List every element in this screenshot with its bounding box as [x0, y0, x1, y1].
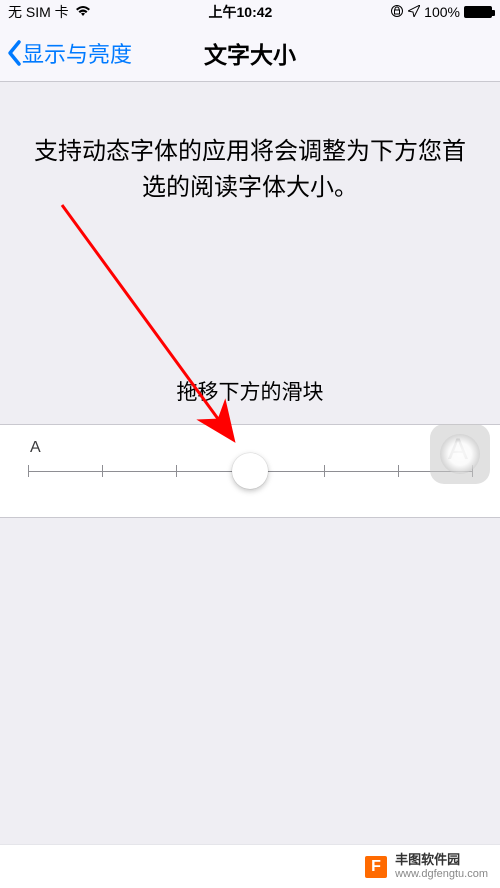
slider-tick [324, 465, 325, 477]
slider-tick [28, 465, 29, 477]
watermark-logo: F [365, 856, 387, 878]
status-time: 上午10:42 [209, 2, 273, 22]
battery-icon [464, 6, 492, 18]
carrier-label: 无 SIM 卡 [8, 2, 69, 22]
watermark-url: www.dgfengtu.com [395, 868, 488, 880]
chevron-left-icon [6, 39, 22, 67]
status-right: 100% [390, 4, 492, 21]
assistive-touch-button[interactable] [430, 424, 490, 484]
slider-instruction: 拖移下方的滑块 [0, 376, 500, 406]
location-icon [408, 4, 420, 20]
text-size-slider[interactable] [28, 455, 472, 487]
back-label: 显示与亮度 [22, 37, 132, 69]
watermark-footer: F 丰图软件园 www.dgfengtu.com [0, 844, 500, 888]
wifi-icon [75, 4, 91, 20]
battery-percent: 100% [424, 4, 460, 20]
assistive-touch-icon [440, 434, 480, 474]
nav-bar: 显示与亮度 文字大小 [0, 24, 500, 82]
slider-tick [102, 465, 103, 477]
slider-thumb[interactable] [232, 453, 268, 489]
watermark-title: 丰图软件园 [395, 853, 488, 867]
status-bar: 无 SIM 卡 上午10:42 100% [0, 0, 500, 24]
preview-area: 支持动态字体的应用将会调整为下方您首选的阅读字体大小。 [0, 82, 500, 206]
rotation-lock-icon [390, 4, 404, 21]
watermark-text: 丰图软件园 www.dgfengtu.com [395, 853, 488, 879]
slider-tick [176, 465, 177, 477]
slider-tick [398, 465, 399, 477]
preview-text: 支持动态字体的应用将会调整为下方您首选的阅读字体大小。 [24, 134, 476, 206]
text-size-slider-row: A A [0, 424, 500, 518]
back-button[interactable]: 显示与亮度 [0, 37, 132, 69]
status-left: 无 SIM 卡 [8, 2, 91, 22]
